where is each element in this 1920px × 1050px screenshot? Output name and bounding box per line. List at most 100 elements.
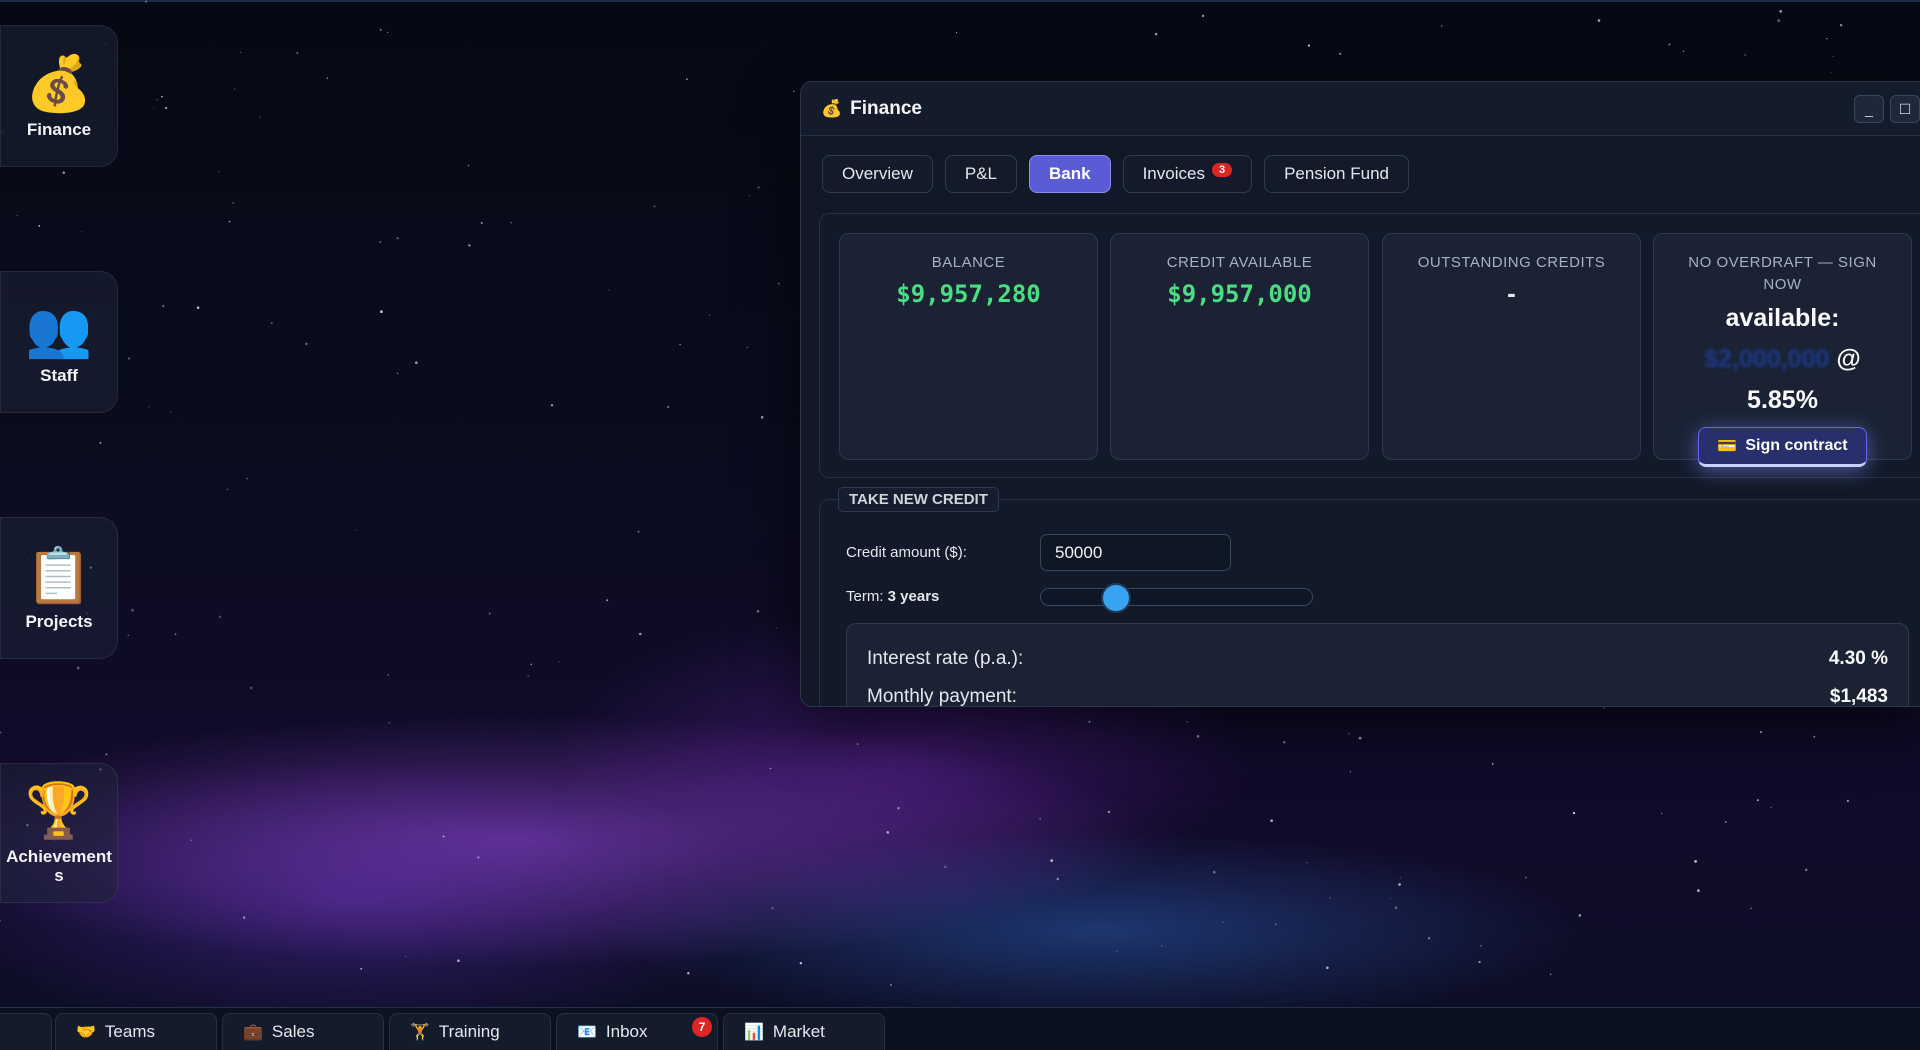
term-label-row: Term: 3 years [846, 588, 939, 605]
star [1056, 877, 1059, 881]
star [296, 52, 299, 55]
money-bag-icon: 💰 [821, 98, 843, 118]
star [1839, 24, 1843, 27]
star [1399, 877, 1401, 879]
star [897, 807, 900, 810]
taskbar-item-hidden[interactable] [0, 1013, 52, 1050]
sign-contract-button[interactable]: 💳 Sign contract [1698, 427, 1867, 467]
star [190, 839, 192, 842]
star [1398, 883, 1401, 886]
star [757, 186, 760, 189]
star [1550, 973, 1552, 976]
overdraft-rate: 5.85% [1747, 386, 1818, 414]
star [162, 304, 165, 308]
star [1307, 44, 1311, 47]
star [0, 920, 1, 922]
card-title: OUTSTANDING CREDITS [1417, 254, 1606, 271]
star [793, 314, 795, 315]
monthly-payment-row: Monthly payment: $1,483 [867, 686, 1888, 706]
star [653, 205, 656, 208]
star [1661, 812, 1663, 815]
maximize-button[interactable]: ☐ [1890, 95, 1920, 123]
desktop-icon-finance[interactable]: 💰 Finance [0, 25, 118, 167]
star [1750, 907, 1752, 910]
star [1694, 860, 1697, 863]
tab-overview[interactable]: Overview [822, 155, 933, 193]
star [1804, 868, 1808, 872]
tab-label: P&L [964, 164, 997, 183]
term-slider-thumb[interactable] [1103, 585, 1129, 611]
credit-amount-input[interactable] [1040, 534, 1231, 571]
tab-bank[interactable]: Bank [1029, 155, 1111, 193]
star [769, 767, 772, 770]
star [777, 282, 780, 285]
star [81, 231, 83, 233]
star [1389, 897, 1391, 899]
tab-invoices[interactable]: Invoices 3 [1122, 155, 1253, 193]
star [1668, 43, 1671, 46]
minimize-button[interactable]: _ [1854, 95, 1884, 123]
star [1039, 817, 1042, 820]
section-legend: TAKE NEW CREDIT [838, 487, 999, 512]
star [127, 634, 130, 637]
star [1339, 52, 1342, 56]
star [355, 529, 357, 531]
balance-card: BALANCE $9,957,280 [839, 233, 1098, 460]
desktop-icon-staff[interactable]: 👥 Staff [0, 271, 118, 413]
star [415, 361, 418, 364]
taskbar-item-sales[interactable]: 💼 Sales [222, 1013, 384, 1050]
star [550, 404, 554, 407]
star [1274, 923, 1277, 926]
star [388, 722, 391, 724]
star [442, 835, 445, 838]
star [1196, 735, 1200, 738]
star [1525, 877, 1527, 879]
star [1759, 731, 1762, 734]
star [1347, 732, 1350, 735]
window-titlebar[interactable]: 💰 Finance _ ☐ [801, 82, 1920, 136]
star [527, 674, 530, 677]
trophy-icon: 🏆 [25, 781, 93, 841]
tab-pl[interactable]: P&L [944, 155, 1017, 193]
star [856, 743, 859, 746]
star [890, 984, 892, 986]
star [246, 477, 248, 480]
taskbar-item-market[interactable]: 📊 Market [723, 1013, 885, 1050]
star [1428, 937, 1431, 940]
star [38, 224, 41, 227]
star [1779, 10, 1783, 13]
star [99, 441, 102, 444]
taskbar: 🤝 Teams 💼 Sales 🏋 Training 📧 Inbox 7 📊 M… [0, 1007, 1920, 1050]
window-title: Finance [850, 97, 922, 119]
star [799, 962, 803, 965]
star [76, 666, 80, 670]
taskbar-label: Inbox [605, 1022, 648, 1041]
taskbar-label: Teams [104, 1022, 155, 1041]
star [457, 959, 460, 963]
star [105, 753, 108, 756]
star [405, 955, 407, 958]
overdraft-available-label: available: [1725, 304, 1840, 332]
star [1770, 806, 1772, 809]
term-slider[interactable] [1040, 585, 1313, 611]
desktop-icon-projects[interactable]: 📋 Projects [0, 517, 118, 659]
star [1088, 720, 1091, 723]
desktop-icon-achievements[interactable]: 🏆 Achievements [0, 763, 118, 903]
taskbar-label: Sales [271, 1022, 315, 1041]
taskbar-item-teams[interactable]: 🤝 Teams [55, 1013, 217, 1050]
star [955, 32, 958, 34]
star [760, 416, 764, 419]
tab-pension-fund[interactable]: Pension Fund [1264, 155, 1409, 193]
star [131, 608, 134, 612]
star [687, 972, 690, 975]
taskbar-item-training[interactable]: 🏋 Training [389, 1013, 551, 1050]
overdraft-card: NO OVERDRAFT — SIGN NOW available: $2,00… [1653, 233, 1912, 467]
star [558, 661, 560, 663]
star [62, 171, 65, 174]
handshake-icon: 🤝 [76, 1024, 96, 1041]
star [1777, 19, 1781, 22]
star [240, 51, 242, 53]
star [886, 831, 890, 834]
star [639, 632, 642, 636]
money-bag-icon: 💰 [25, 53, 93, 114]
